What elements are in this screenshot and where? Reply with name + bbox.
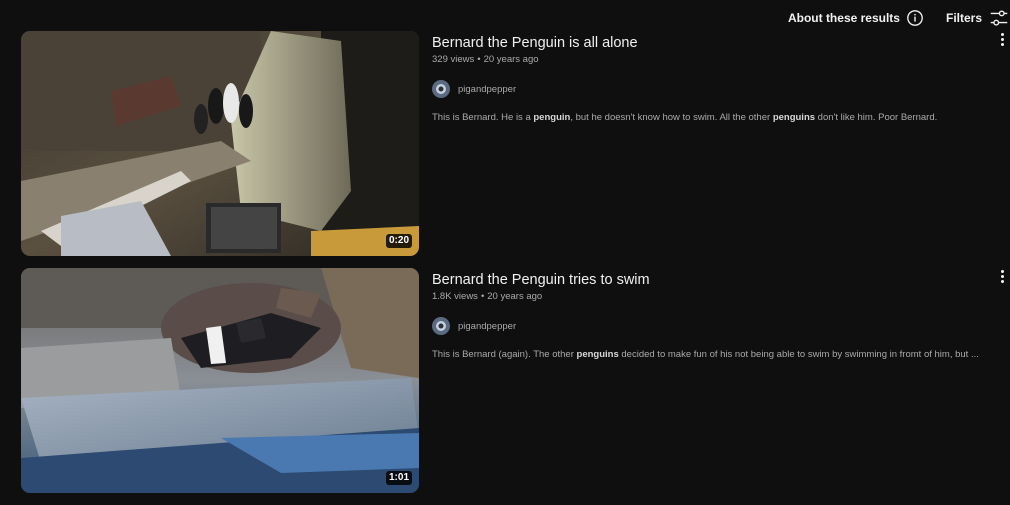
description-keyword: penguin: [533, 112, 571, 123]
video-thumbnail[interactable]: 0:20: [21, 31, 419, 256]
channel-avatar[interactable]: [432, 317, 450, 335]
description-text: , but he doesn't know how to swim. All t…: [570, 112, 773, 123]
video-duration: 0:20: [385, 234, 412, 248]
video-result: 1:01 Bernard the Penguin tries to swim 1…: [21, 268, 1010, 494]
channel-link[interactable]: pigandpepper: [432, 80, 992, 98]
channel-avatar[interactable]: [432, 80, 450, 98]
more-actions-button[interactable]: [996, 268, 1008, 284]
info-icon: [907, 10, 923, 26]
filters-button[interactable]: Filters: [946, 7, 1010, 29]
meta-separator: •: [480, 291, 485, 302]
kebab-dot: [1000, 42, 1004, 46]
video-description: This is Bernard. He is a penguin, but he…: [432, 112, 992, 124]
description-text: don't like him. Poor Bernard.: [815, 112, 938, 123]
kebab-dot: [1000, 274, 1004, 278]
view-count: 329 views: [432, 54, 475, 65]
kebab-menu-icon: [1000, 32, 1004, 36]
filters-label: Filters: [945, 11, 982, 25]
about-results-button[interactable]: About these results: [788, 9, 924, 27]
results-header: About these results Filters: [788, 6, 1010, 30]
description-text: This is Bernard (again). The other: [432, 349, 577, 360]
channel-link[interactable]: pigandpepper: [432, 317, 992, 335]
thumbnail-image-penguin-swim: [21, 268, 419, 493]
upload-age: 20 years ago: [487, 291, 543, 302]
thumbnail-image-penguin-alone: [21, 31, 419, 256]
video-thumbnail[interactable]: 1:01: [21, 268, 419, 493]
video-description: This is Bernard (again). The other pengu…: [432, 349, 992, 361]
description-text: decided to make fun of his not being abl…: [618, 349, 979, 360]
kebab-menu-icon: [1000, 269, 1004, 273]
video-title[interactable]: Bernard the Penguin is all alone: [432, 33, 992, 53]
video-info: Bernard the Penguin tries to swim 1.8K v…: [432, 268, 992, 361]
view-count: 1.8K views: [432, 291, 478, 302]
description-text: This is Bernard. He is a: [432, 112, 534, 123]
kebab-dot: [1000, 279, 1004, 283]
description-keyword: penguins: [772, 112, 816, 123]
about-results-label: About these results: [787, 11, 900, 25]
video-duration: 1:01: [385, 471, 412, 485]
description-keyword: penguins: [576, 349, 619, 360]
channel-name[interactable]: pigandpepper: [458, 321, 516, 332]
video-result: 0:20 Bernard the Penguin is all alone 32…: [21, 31, 1010, 257]
video-title[interactable]: Bernard the Penguin tries to swim: [432, 270, 992, 290]
more-actions-button[interactable]: [996, 31, 1008, 47]
sliders-icon: [990, 10, 1008, 26]
video-metadata: 1.8K views • 20 years ago: [432, 291, 992, 303]
kebab-dot: [1000, 37, 1004, 41]
video-info: Bernard the Penguin is all alone 329 vie…: [432, 31, 992, 124]
channel-name[interactable]: pigandpepper: [458, 84, 516, 95]
upload-age: 20 years ago: [483, 54, 539, 65]
video-metadata: 329 views • 20 years ago: [432, 54, 992, 66]
meta-separator: •: [477, 54, 481, 65]
